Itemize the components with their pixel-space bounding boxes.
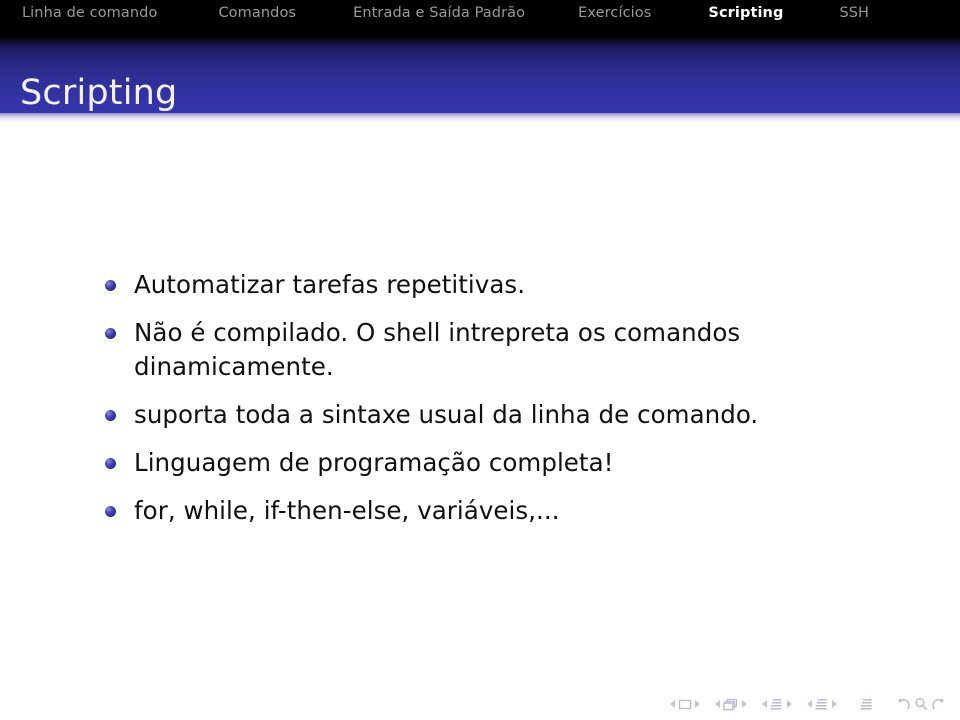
previous-frame-icon[interactable] [715, 700, 720, 708]
list-item-text: Linguagem de programação completa! [134, 448, 614, 477]
list-item-text: Automatizar tarefas repetitivas. [134, 270, 526, 299]
nav-item-exercicios[interactable]: Exercícios [578, 3, 651, 23]
next-section-icon[interactable] [832, 700, 837, 708]
beamer-navigation-symbols [667, 694, 946, 714]
presentation-navigation-group [860, 698, 874, 711]
list-item: Não é compilado. O shell intrepreta os c… [0, 316, 960, 384]
slide-icon[interactable] [678, 699, 692, 710]
nav-item-comandos[interactable]: Comandos [218, 3, 296, 23]
bullet-ball-icon [105, 506, 116, 517]
list-item: suporta toda a sintaxe usual da linha de… [0, 398, 960, 432]
list-item-text: for, while, if-then-else, variáveis,... [134, 496, 560, 525]
bullet-ball-icon [105, 280, 116, 291]
list-item-text: suporta toda a sintaxe usual da linha de… [134, 400, 759, 429]
utility-navigation-group [896, 697, 946, 711]
subsection-icon[interactable] [770, 698, 784, 711]
list-item: Automatizar tarefas repetitivas. [0, 268, 960, 302]
slide-navigation-group [667, 699, 703, 710]
undo-arrow-icon[interactable] [896, 697, 911, 711]
nav-item-ssh[interactable]: SSH [839, 3, 869, 23]
nav-item-entrada-e-saida-padrao[interactable]: Entrada e Saída Padrão [353, 3, 525, 23]
bullet-ball-icon [105, 328, 116, 339]
nav-item-scripting[interactable]: Scripting [708, 3, 783, 23]
bullet-list: Automatizar tarefas repetitivas. Não é c… [0, 268, 960, 528]
redo-arrow-icon[interactable] [931, 697, 946, 711]
next-frame-icon[interactable] [742, 700, 747, 708]
previous-slide-icon[interactable] [670, 700, 675, 708]
section-icon[interactable] [815, 698, 829, 711]
magnifier-icon[interactable] [914, 697, 928, 711]
list-item: Linguagem de programação completa! [0, 446, 960, 480]
list-item: for, while, if-then-else, variáveis,... [0, 494, 960, 528]
bullet-ball-icon [105, 410, 116, 421]
frame-title-bar-fade [0, 113, 960, 122]
subsection-navigation-group [759, 698, 795, 711]
nav-item-linha-de-comando[interactable]: Linha de comando [22, 3, 157, 23]
document-icon[interactable] [860, 698, 874, 711]
section-navigation-group [804, 698, 840, 711]
next-slide-icon[interactable] [695, 700, 700, 708]
next-subsection-icon[interactable] [787, 700, 792, 708]
page-title: Scripting [20, 73, 178, 113]
section-navigation-bar: Linha de comando Comandos Entrada e Saíd… [0, 0, 960, 38]
frames-icon[interactable] [723, 698, 739, 711]
previous-subsection-icon[interactable] [762, 700, 767, 708]
frame-navigation-group [712, 698, 750, 711]
previous-section-icon[interactable] [807, 700, 812, 708]
list-item-text: Não é compilado. O shell intrepreta os c… [134, 318, 741, 381]
presentation-slide: Linha de comando Comandos Entrada e Saíd… [0, 0, 960, 720]
bullet-ball-icon [105, 458, 116, 469]
